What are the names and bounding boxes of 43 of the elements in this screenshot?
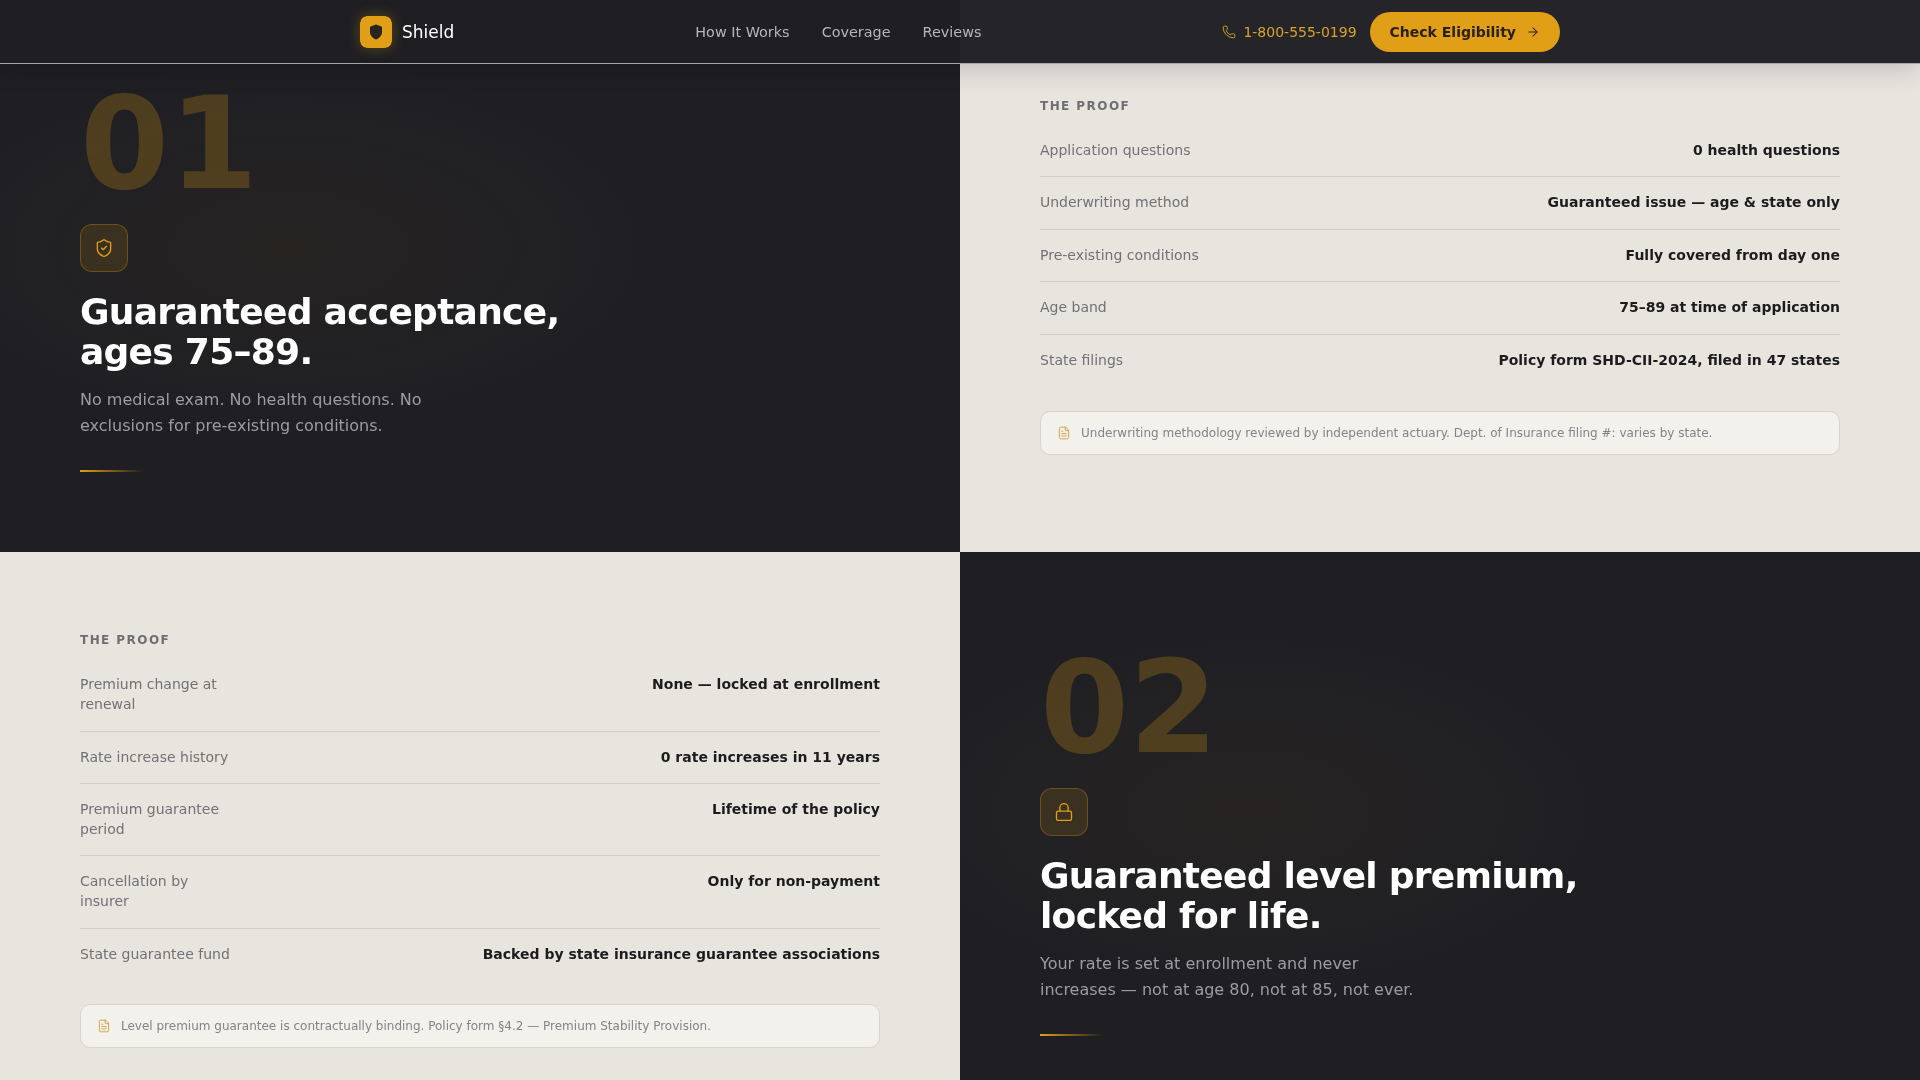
proof-label: State filings: [1040, 351, 1124, 371]
proof-value: Fully covered from day one: [1625, 245, 1840, 265]
footnote-text: Level premium guarantee is contractually binding. Policy form §4.2 — Premium Stability Provision.: [121, 1018, 711, 1036]
section-eyebrow: THE PROOF: [80, 632, 171, 649]
proof-value: Backed by state insurance guarantee associations: [482, 944, 880, 964]
proof-value: Policy form SHD-CII-2024, filed in 47 states: [1498, 351, 1840, 371]
section-eyebrow: THE PROOF: [1040, 97, 1131, 114]
proof-label: State guarantee fund: [80, 944, 230, 964]
proof-label: Rate increase history: [80, 747, 229, 767]
proof-value: 0 rate increases in 11 years: [660, 747, 880, 767]
nav-link[interactable]: Reviews: [922, 23, 982, 40]
proof-value: 0 health questions: [1692, 140, 1840, 160]
arrow-right-icon: [1526, 24, 1540, 39]
document-icon: [97, 1019, 111, 1034]
accent-line: [1040, 1034, 1104, 1037]
shield-logo-icon: [360, 15, 392, 48]
phone-link[interactable]: 1-800-555-0199: [1222, 23, 1357, 40]
padlock-icon: [1040, 788, 1088, 837]
proof-label: Application questions: [1040, 140, 1191, 160]
claim-text: No medical exam. No health questions. No exclusions for pre-existing conditions.: [80, 389, 423, 437]
proof-value: None — locked at enrollment: [652, 675, 880, 695]
phone-icon: [1222, 24, 1237, 39]
accent-line: [80, 470, 144, 473]
claim-heading: Guaranteed acceptance, ages 75–89.: [80, 292, 561, 372]
proof-label: Age band: [1040, 298, 1107, 318]
proof-label: Premium change at renewal: [80, 675, 218, 714]
nav-link[interactable]: How It Works: [695, 23, 790, 40]
proof-value: Lifetime of the policy: [711, 800, 880, 820]
claim-text: Your rate is set at enrollment and never increases — not at age 80, not at 85, not ever.: [1040, 953, 1415, 1001]
brand-name: Shield: [402, 21, 455, 42]
proof-value: Only for non-payment: [707, 872, 880, 892]
nav-link[interactable]: Coverage: [821, 23, 891, 40]
proof-value: Guaranteed issue — age & state only: [1547, 193, 1840, 213]
claim-heading: Guaranteed level premium, locked for life.: [1040, 856, 1579, 936]
check-eligibility-button[interactable]: Check Eligibility: [1369, 11, 1560, 52]
proof-label: Pre-existing conditions: [1040, 245, 1199, 265]
footnote-text: Underwriting methodology reviewed by independent actuary. Dept. of Insurance filing #: varies by state.: [1081, 424, 1713, 442]
document-icon: [1057, 425, 1071, 440]
shield-check-icon: [80, 224, 128, 272]
proof-label: Premium guarantee period: [80, 800, 220, 839]
proof-value: 75–89 at time of application: [1619, 298, 1840, 318]
proof-label: Underwriting method: [1040, 193, 1190, 213]
proof-label: Cancellation by insurer: [80, 872, 190, 911]
